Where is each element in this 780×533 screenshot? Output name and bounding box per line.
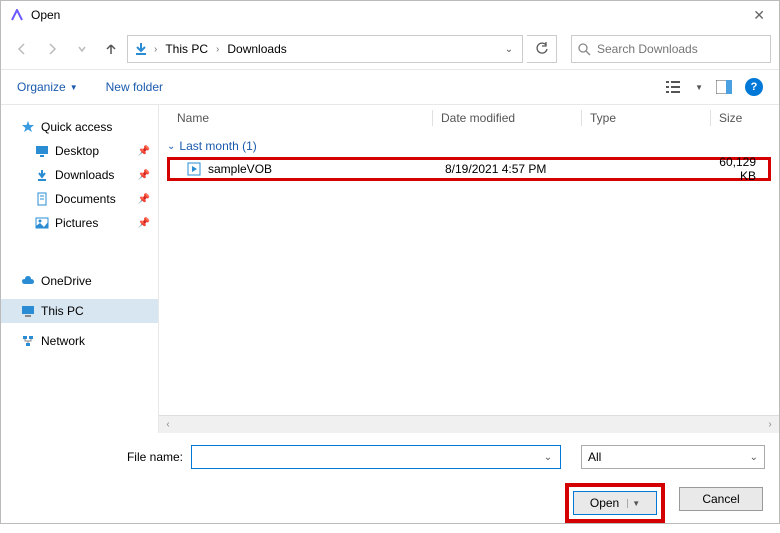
scroll-left-button[interactable]: ‹ — [159, 416, 177, 434]
sidebar-item-pictures[interactable]: Pictures 📌 — [1, 211, 158, 235]
chevron-down-icon: ▼ — [70, 83, 78, 92]
filename-combobox[interactable]: ⌄ — [191, 445, 561, 469]
close-button[interactable]: ✕ — [747, 7, 771, 24]
window-title: Open — [31, 8, 747, 22]
sidebar-item-label: OneDrive — [41, 274, 92, 288]
chevron-down-icon[interactable]: ▼ — [695, 83, 703, 92]
chevron-right-icon: › — [216, 44, 219, 55]
filter-label: All — [588, 450, 601, 464]
sidebar-item-desktop[interactable]: Desktop 📌 — [1, 139, 158, 163]
new-folder-button[interactable]: New folder — [106, 80, 163, 94]
pin-icon: 📌 — [138, 170, 150, 181]
open-button-highlight: Open ▼ — [565, 483, 665, 523]
sidebar-item-label: Downloads — [55, 168, 114, 182]
file-name: sampleVOB — [208, 162, 445, 176]
nav-back-button[interactable] — [9, 36, 35, 62]
scroll-right-button[interactable]: › — [761, 416, 779, 434]
filename-input[interactable] — [196, 450, 540, 464]
app-icon — [9, 7, 25, 23]
filename-label: File name: — [15, 450, 183, 464]
downloads-icon — [35, 168, 49, 182]
sidebar-item-label: Pictures — [55, 216, 98, 230]
chevron-down-icon: ⌄ — [750, 452, 758, 463]
pc-icon — [21, 304, 35, 318]
sidebar-item-label: Desktop — [55, 144, 99, 158]
column-name[interactable]: Name — [177, 111, 432, 125]
pictures-icon — [35, 216, 49, 230]
nav-recent-dropdown[interactable] — [69, 36, 95, 62]
nav-forward-button[interactable] — [39, 36, 65, 62]
view-options-button[interactable] — [663, 76, 685, 98]
pin-icon: 📌 — [138, 194, 150, 205]
file-row[interactable]: sampleVOB 8/19/2021 4:57 PM 60,129 KB — [167, 157, 771, 181]
organize-button[interactable]: Organize ▼ — [17, 80, 78, 94]
open-label: Open — [590, 496, 619, 510]
documents-icon — [35, 192, 49, 206]
chevron-down-icon[interactable]: ⌄ — [540, 452, 556, 463]
address-bar[interactable]: › This PC › Downloads ⌄ — [127, 35, 523, 63]
help-button[interactable]: ? — [745, 78, 763, 96]
star-icon — [21, 120, 35, 134]
cancel-button[interactable]: Cancel — [679, 487, 763, 511]
pin-icon: 📌 — [138, 146, 150, 157]
sidebar-item-network[interactable]: Network — [1, 329, 158, 353]
cloud-icon — [21, 274, 35, 288]
breadcrumb-folder[interactable]: Downloads — [223, 40, 290, 58]
desktop-icon — [35, 144, 49, 158]
sidebar-item-quick-access[interactable]: Quick access — [1, 115, 158, 139]
network-icon — [21, 334, 35, 348]
search-box[interactable] — [571, 35, 771, 63]
nav-sidebar: Quick access Desktop 📌 Downloads 📌 Docum… — [1, 105, 159, 433]
search-input[interactable] — [597, 42, 764, 56]
chevron-right-icon: › — [154, 44, 157, 55]
breadcrumb-root[interactable]: This PC — [161, 40, 212, 58]
organize-label: Organize — [17, 80, 66, 94]
scroll-track[interactable] — [177, 417, 761, 433]
open-button[interactable]: Open ▼ — [573, 491, 657, 515]
address-dropdown[interactable]: ⌄ — [500, 36, 518, 62]
column-size[interactable]: Size — [719, 111, 769, 125]
column-type[interactable]: Type — [590, 111, 710, 125]
sidebar-item-this-pc[interactable]: This PC — [1, 299, 158, 323]
sidebar-item-documents[interactable]: Documents 📌 — [1, 187, 158, 211]
file-group-label: Last month (1) — [179, 139, 256, 153]
cancel-label: Cancel — [702, 492, 739, 506]
file-size: 60,129 KB — [705, 155, 762, 183]
sidebar-item-label: Network — [41, 334, 85, 348]
sidebar-item-downloads[interactable]: Downloads 📌 — [1, 163, 158, 187]
chevron-down-icon[interactable]: ▼ — [627, 499, 640, 508]
pin-icon: 📌 — [138, 218, 150, 229]
downloads-folder-icon — [132, 40, 150, 58]
nav-up-button[interactable] — [99, 37, 123, 61]
column-date[interactable]: Date modified — [441, 111, 581, 125]
column-headers[interactable]: Name Date modified Type Size — [159, 105, 779, 131]
new-folder-label: New folder — [106, 80, 163, 94]
video-file-icon — [186, 161, 202, 177]
search-icon — [578, 43, 591, 56]
file-date: 8/19/2021 4:57 PM — [445, 162, 585, 176]
sidebar-item-label: This PC — [41, 304, 84, 318]
sidebar-item-label: Documents — [55, 192, 116, 206]
refresh-button[interactable] — [527, 35, 557, 63]
horizontal-scrollbar[interactable]: ‹ › — [159, 415, 779, 433]
file-group-header[interactable]: ⌄ Last month (1) — [159, 131, 779, 157]
file-type-filter[interactable]: All ⌄ — [581, 445, 765, 469]
sidebar-item-onedrive[interactable]: OneDrive — [1, 269, 158, 293]
preview-pane-button[interactable] — [713, 76, 735, 98]
sidebar-item-label: Quick access — [41, 120, 112, 134]
chevron-down-icon: ⌄ — [167, 141, 175, 152]
